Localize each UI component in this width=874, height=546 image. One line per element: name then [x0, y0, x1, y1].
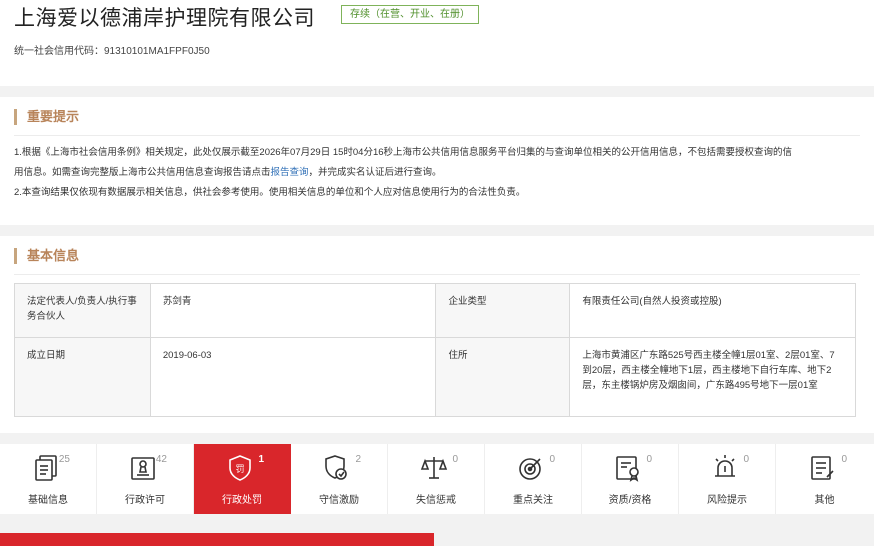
- shield-badge-icon: [322, 453, 352, 483]
- tab-other[interactable]: 0 其他: [776, 444, 873, 514]
- tab-label: 重点关注: [513, 495, 553, 506]
- tab-count: 2: [355, 454, 361, 465]
- report-query-link[interactable]: 报告查询: [271, 167, 309, 178]
- notice-text: 1.根据《上海市社会信用条例》相关规定，此处仅展示截至2026年07月29日 1…: [14, 143, 860, 203]
- category-tabs: 25 基础信息 42 行政许可 罚 1 行政处罚 2 守信激励 0 失信惩戒 0…: [0, 444, 874, 514]
- divider: [14, 274, 860, 275]
- status-badge: 存续（在营、开业、在册）: [341, 5, 479, 24]
- tab-credit-incentive[interactable]: 2 守信激励: [291, 444, 388, 514]
- penalty-shield-icon: 罚: [225, 453, 255, 483]
- tab-admin-license[interactable]: 42 行政许可: [97, 444, 194, 514]
- scales-icon: [419, 453, 449, 483]
- tab-count: 0: [646, 454, 652, 465]
- penalty-detail-strip: [0, 533, 434, 546]
- tab-count: 25: [58, 454, 70, 465]
- notice-line1-c: ，并完成实名认证后进行查询。: [308, 167, 442, 178]
- document-icon: [31, 453, 61, 483]
- stamp-icon: [128, 453, 158, 483]
- address-label: 住所: [435, 337, 571, 417]
- tab-admin-penalty[interactable]: 罚 1 行政处罚: [194, 444, 291, 514]
- tab-count: 1: [258, 454, 264, 465]
- tab-count: 0: [452, 454, 458, 465]
- tab-label: 基础信息: [28, 495, 68, 506]
- basic-info-table: 法定代表人/负责人/执行事务合伙人 苏剑青 企业类型 有限责任公司(自然人投资或…: [14, 283, 856, 417]
- tab-label: 行政许可: [125, 495, 165, 506]
- tab-count: 42: [155, 454, 167, 465]
- certificate-icon: [613, 453, 643, 483]
- list-icon: [807, 453, 837, 483]
- table-row: 法定代表人/负责人/执行事务合伙人 苏剑青 企业类型 有限责任公司(自然人投资或…: [14, 283, 856, 338]
- legal-rep-value: 苏剑青: [149, 283, 437, 338]
- alarm-icon: [710, 453, 740, 483]
- tab-count: 0: [743, 454, 749, 465]
- founded-date-label: 成立日期: [14, 337, 151, 417]
- tab-label: 守信激励: [319, 495, 359, 506]
- notice-line1-a: 1.根据《上海市社会信用条例》相关规定，此处仅展示截至2026年07月29日 1…: [14, 147, 793, 158]
- tab-count: 0: [549, 454, 555, 465]
- basic-info-panel: 基本信息 法定代表人/负责人/执行事务合伙人 苏剑青 企业类型 有限责任公司(自…: [0, 236, 874, 433]
- tab-label: 失信惩戒: [416, 495, 456, 506]
- basic-info-title: 基本信息: [14, 248, 79, 264]
- tab-label: 其他: [814, 495, 835, 506]
- tab-qualification[interactable]: 0 资质/资格: [582, 444, 679, 514]
- tab-dishonesty-penalty[interactable]: 0 失信惩戒: [388, 444, 485, 514]
- legal-rep-label: 法定代表人/负责人/执行事务合伙人: [14, 283, 151, 338]
- tab-key-attention[interactable]: 0 重点关注: [485, 444, 582, 514]
- target-icon: [516, 453, 546, 483]
- notice-title: 重要提示: [14, 109, 79, 125]
- svg-text:罚: 罚: [235, 464, 244, 475]
- company-header: 上海爱以德浦岸护理院有限公司 存续（在营、开业、在册） 统一社会信用代码：913…: [0, 0, 874, 86]
- tab-label: 资质/资格: [608, 495, 652, 506]
- tab-risk-alert[interactable]: 0 风险提示: [679, 444, 776, 514]
- founded-date-value: 2019-06-03: [149, 337, 437, 417]
- notice-line1-b: 用信息。如需查询完整版上海市公共信用信息查询报告请点击: [14, 167, 271, 178]
- tab-label: 行政处罚: [222, 495, 262, 506]
- credit-code: 统一社会信用代码：91310101MA1FPF0J50: [14, 46, 210, 57]
- table-row: 成立日期 2019-06-03 住所 上海市黄浦区广东路525号西主楼全幢1层0…: [14, 337, 856, 417]
- divider: [14, 135, 860, 136]
- notice-line2: 2.本查询结果仅依现有数据展示相关信息，供社会参考使用。使用相关信息的单位和个人…: [14, 187, 526, 198]
- tab-basic-info[interactable]: 25 基础信息: [0, 444, 97, 514]
- company-type-label: 企业类型: [435, 283, 571, 338]
- notice-panel: 重要提示 1.根据《上海市社会信用条例》相关规定，此处仅展示截至2026年07月…: [0, 97, 874, 225]
- tab-label: 风险提示: [707, 495, 747, 506]
- address-value: 上海市黄浦区广东路525号西主楼全幢1层01室、2层01室、7到20层，西主楼全…: [569, 337, 856, 417]
- tab-count: 0: [841, 454, 847, 465]
- company-name: 上海爱以德浦岸护理院有限公司: [14, 7, 315, 30]
- company-type-value: 有限责任公司(自然人投资或控股): [569, 283, 856, 338]
